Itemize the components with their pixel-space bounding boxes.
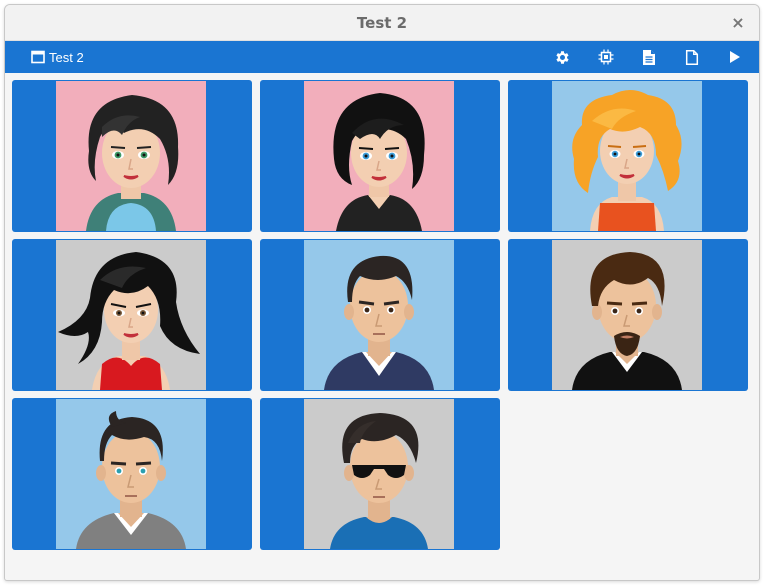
participant-tile-2[interactable]: [260, 80, 500, 232]
avatar: [56, 81, 206, 231]
tab-test-2[interactable]: Test 2: [31, 50, 84, 65]
avatar: [304, 240, 454, 390]
play-icon: [729, 51, 740, 63]
window-icon: [31, 50, 45, 64]
avatar: [552, 81, 702, 231]
document-button[interactable]: [634, 41, 663, 73]
close-icon[interactable]: ×: [729, 13, 747, 32]
participant-tile-3[interactable]: [508, 80, 748, 232]
play-button[interactable]: [720, 41, 749, 73]
participant-tile-4[interactable]: [12, 239, 252, 391]
avatar: [304, 399, 454, 549]
participant-tile-5[interactable]: [260, 239, 500, 391]
settings-button[interactable]: [548, 41, 577, 73]
participant-tile-6[interactable]: [508, 239, 748, 391]
document-lines-icon: [642, 49, 655, 65]
avatar: [552, 240, 702, 390]
avatar: [56, 399, 206, 549]
cpu-button[interactable]: [591, 41, 620, 73]
blank-file-icon: [685, 49, 698, 65]
tab-label: Test 2: [49, 49, 84, 65]
gear-icon: [556, 50, 569, 64]
chip-icon: [598, 49, 613, 65]
window-title: Test 2: [356, 13, 408, 32]
participant-tile-7[interactable]: [12, 398, 252, 550]
title-bar: Test 2 ×: [5, 5, 759, 41]
new-file-button[interactable]: [677, 41, 706, 73]
app-window: Test 2 × Test 2: [4, 4, 760, 581]
avatar: [56, 240, 206, 390]
toolbar: Test 2: [5, 41, 759, 73]
avatar: [304, 81, 454, 231]
participant-tile-8[interactable]: [260, 398, 500, 550]
participant-tile-1[interactable]: [12, 80, 252, 232]
toolbar-actions: [534, 41, 749, 73]
